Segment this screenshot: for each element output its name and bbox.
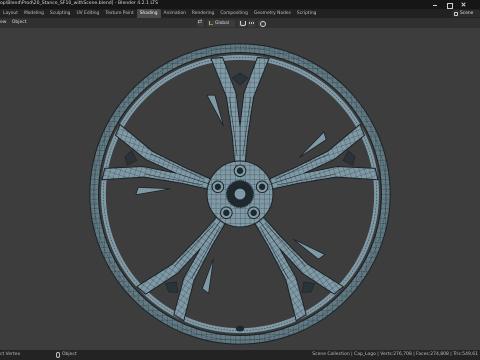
menu-view[interactable]: ew [0,20,6,25]
3d-viewport[interactable] [0,28,480,350]
tab-shading[interactable]: Shading [136,9,161,18]
status-left: ct Vertex [0,352,21,357]
status-bar: ct Vertex Object Scene Collection | Cap_… [0,350,480,360]
wheel-mesh[interactable] [84,39,396,349]
scene-statistics: Scene Collection | Cap_Logo | Verts:276,… [312,352,478,357]
mouse-icon [56,352,60,359]
close-icon[interactable] [460,2,466,7]
snap-options-icon[interactable] [248,19,255,27]
proportional-editing-icon[interactable] [258,19,266,27]
wheel-hub [206,160,274,228]
tab-animation[interactable]: Animation [161,9,189,18]
tab-geometry-nodes[interactable]: Geometry Nodes [251,9,294,18]
snap-magnet-icon[interactable] [238,19,246,27]
valve-stem [235,325,245,332]
scene-selector[interactable]: Scene [452,10,480,17]
header-menu: ew Object [0,18,31,28]
viewport-header: ew Object Global [0,18,480,28]
tab-texture-paint[interactable]: Texture Paint [102,9,136,18]
status-mid-label: Object [62,352,77,357]
tab-sculpting[interactable]: Sculpting [47,9,74,18]
tab-modeling[interactable]: Modeling [21,9,47,18]
transform-tools: Global [197,19,266,27]
maximize-icon[interactable] [446,2,453,9]
orientation-dropdown[interactable]: Global [207,19,235,27]
tab-uv-editing[interactable]: UV Editing [73,9,102,18]
axes-icon [209,21,213,25]
workspace-tabs: Layout Modeling Sculpting UV Editing Tex… [0,9,319,18]
tab-compositing[interactable]: Compositing [217,9,251,18]
menu-object[interactable]: Object [12,20,27,25]
transform-pivot-icon[interactable] [197,19,204,27]
tab-rendering[interactable]: Rendering [189,9,217,18]
minimize-icon[interactable] [432,2,438,7]
orientation-label: Global [215,20,230,26]
scene-label: Scene [460,11,474,16]
window-title: op\Blend\Prod\20_Stance_SF10_withScene.b… [0,1,159,6]
status-mid: Object [56,350,77,360]
title-bar: op\Blend\Prod\20_Stance_SF10_withScene.b… [0,0,480,9]
tab-scripting[interactable]: Scripting [294,9,320,18]
scene-icon [454,11,458,16]
workspace-bar: Layout Modeling Sculpting UV Editing Tex… [0,9,480,18]
tab-layout[interactable]: Layout [0,9,21,18]
